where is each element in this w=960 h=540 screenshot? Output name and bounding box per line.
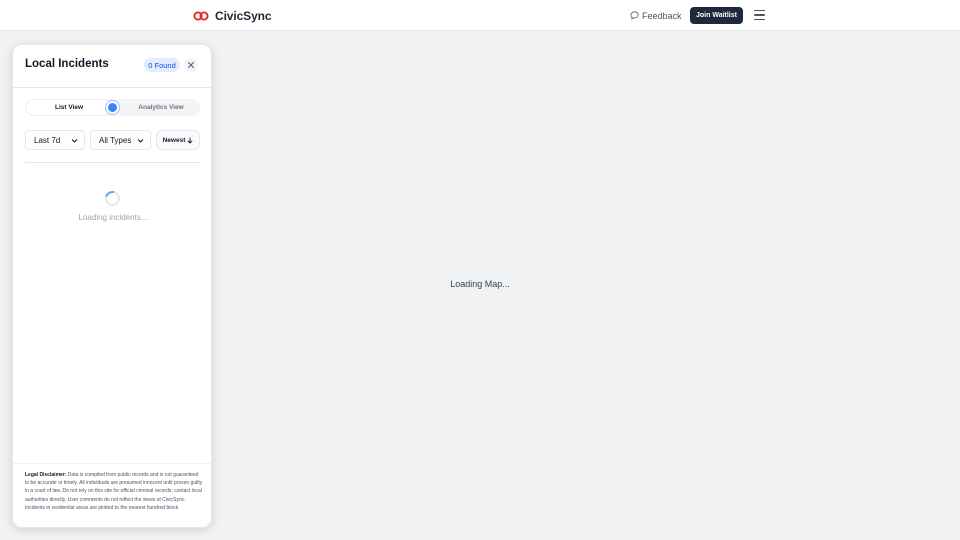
feedback-label: Feedback (642, 10, 682, 21)
chevron-down-icon (137, 139, 144, 143)
brand[interactable]: CivicSync (193, 8, 272, 23)
feedback-link[interactable]: Feedback (630, 9, 682, 22)
join-waitlist-button[interactable]: Join Waitlist (690, 7, 743, 24)
menu-line (754, 10, 765, 12)
toggle-switch-knob[interactable] (106, 101, 119, 114)
header-divider (13, 87, 211, 88)
disclaimer-label: Legal Disclaimer: (25, 472, 67, 478)
list-view-tab[interactable]: List View (26, 100, 112, 115)
incident-type-value: All Types (99, 135, 132, 145)
close-icon (188, 62, 194, 68)
loading-spinner (102, 188, 123, 209)
map-loading-text: Loading Map... (450, 279, 510, 289)
analytics-view-tab[interactable]: Analytics View (125, 100, 197, 115)
filters-divider (25, 162, 200, 163)
incidents-panel: Local Incidents 0 Found List View Analyt… (12, 44, 212, 528)
incidents-loading-text: Loading incidents... (78, 213, 148, 222)
sort-label: Newest (162, 136, 186, 144)
hamburger-menu-icon[interactable] (753, 9, 766, 21)
close-panel-button[interactable] (184, 58, 198, 72)
time-range-value: Last 7d (34, 135, 61, 145)
footer-divider (13, 463, 211, 464)
speech-bubble-icon (630, 11, 639, 20)
found-count-badge: 0 Found (144, 58, 180, 72)
view-toggle[interactable]: List View Analytics View (25, 99, 200, 116)
chevron-down-icon (71, 139, 78, 143)
incident-type-select[interactable]: All Types (90, 130, 151, 150)
legal-disclaimer: Legal Disclaimer: Data is compiled from … (25, 471, 203, 512)
top-navigation-bar: CivicSync Feedback Join Waitlist (0, 0, 960, 31)
menu-line (754, 14, 765, 16)
sort-button[interactable]: Newest (156, 130, 200, 150)
arrow-down-icon (187, 137, 193, 144)
brand-name: CivicSync (215, 8, 272, 23)
time-range-select[interactable]: Last 7d (25, 130, 85, 150)
linked-rings-logo (193, 11, 209, 20)
panel-title: Local Incidents (25, 58, 109, 70)
menu-line (754, 18, 765, 20)
